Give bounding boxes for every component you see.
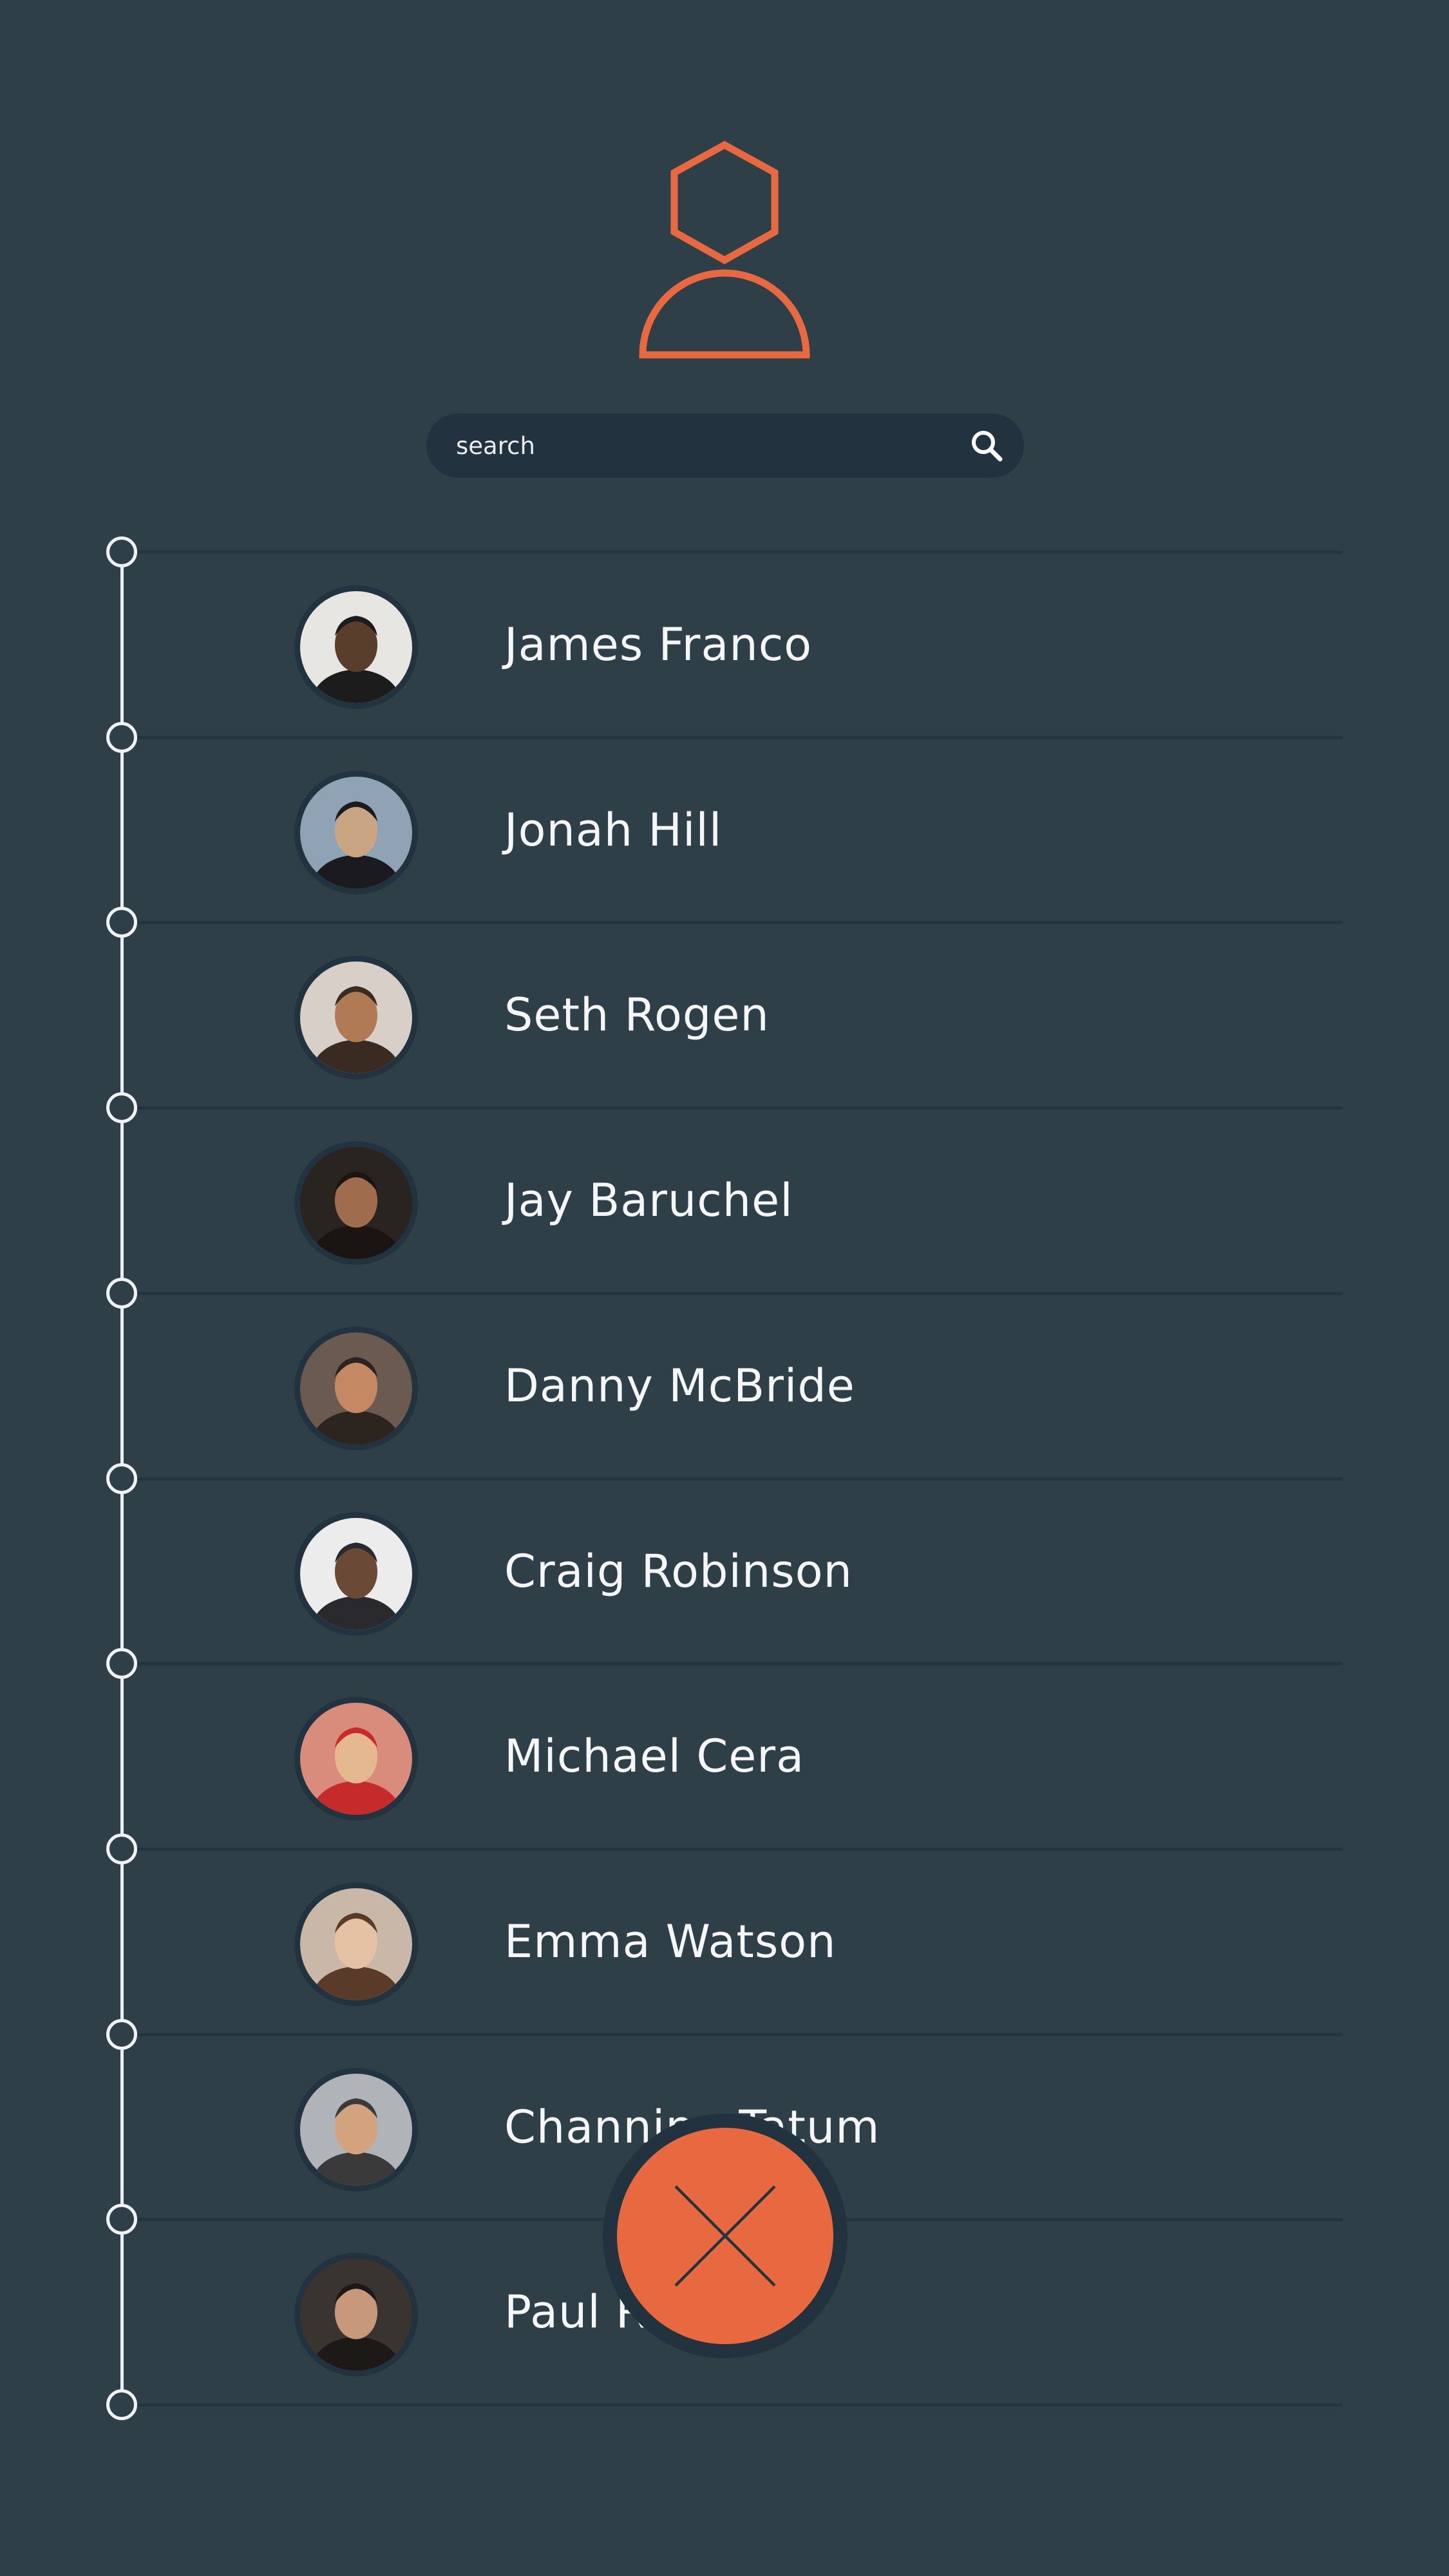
avatar (294, 1326, 418, 1450)
avatar (294, 956, 418, 1080)
avatar (294, 1141, 418, 1265)
avatar (294, 1882, 418, 2006)
contact-row[interactable]: Craig Robinson (122, 1481, 1343, 1663)
contact-row[interactable]: Jay Baruchel (122, 1110, 1343, 1292)
contact-row[interactable]: Danny McBride (122, 1295, 1343, 1477)
user-icon (638, 140, 811, 359)
contact-row[interactable]: James Franco (122, 554, 1343, 736)
contact-name: Jonah Hill (504, 803, 723, 857)
contact-name: Danny McBride (504, 1359, 855, 1412)
contact-name: Seth Rogen (504, 989, 770, 1042)
avatar (294, 585, 418, 709)
contact-name: Emma Watson (504, 1915, 837, 1968)
row-divider (122, 2403, 1343, 2407)
avatar (294, 2253, 418, 2377)
avatar (294, 1511, 418, 1636)
avatar (294, 770, 418, 895)
search-input[interactable] (456, 413, 907, 478)
search-icon[interactable] (969, 428, 1005, 464)
contact-row[interactable]: Emma Watson (122, 1851, 1343, 2033)
contact-name: Michael Cera (504, 1730, 804, 1783)
search-bar (426, 413, 1024, 478)
close-button[interactable] (603, 2114, 848, 2358)
close-icon (674, 2185, 776, 2287)
avatar (294, 2067, 418, 2192)
contact-row[interactable]: Seth Rogen (122, 924, 1343, 1106)
contact-name: Jay Baruchel (504, 1174, 793, 1227)
contact-row[interactable]: Jonah Hill (122, 739, 1343, 922)
avatar (294, 1697, 418, 1821)
contact-name: Craig Robinson (504, 1544, 853, 1598)
contact-name: James Franco (504, 618, 813, 671)
contact-row[interactable]: Michael Cera (122, 1665, 1343, 1848)
